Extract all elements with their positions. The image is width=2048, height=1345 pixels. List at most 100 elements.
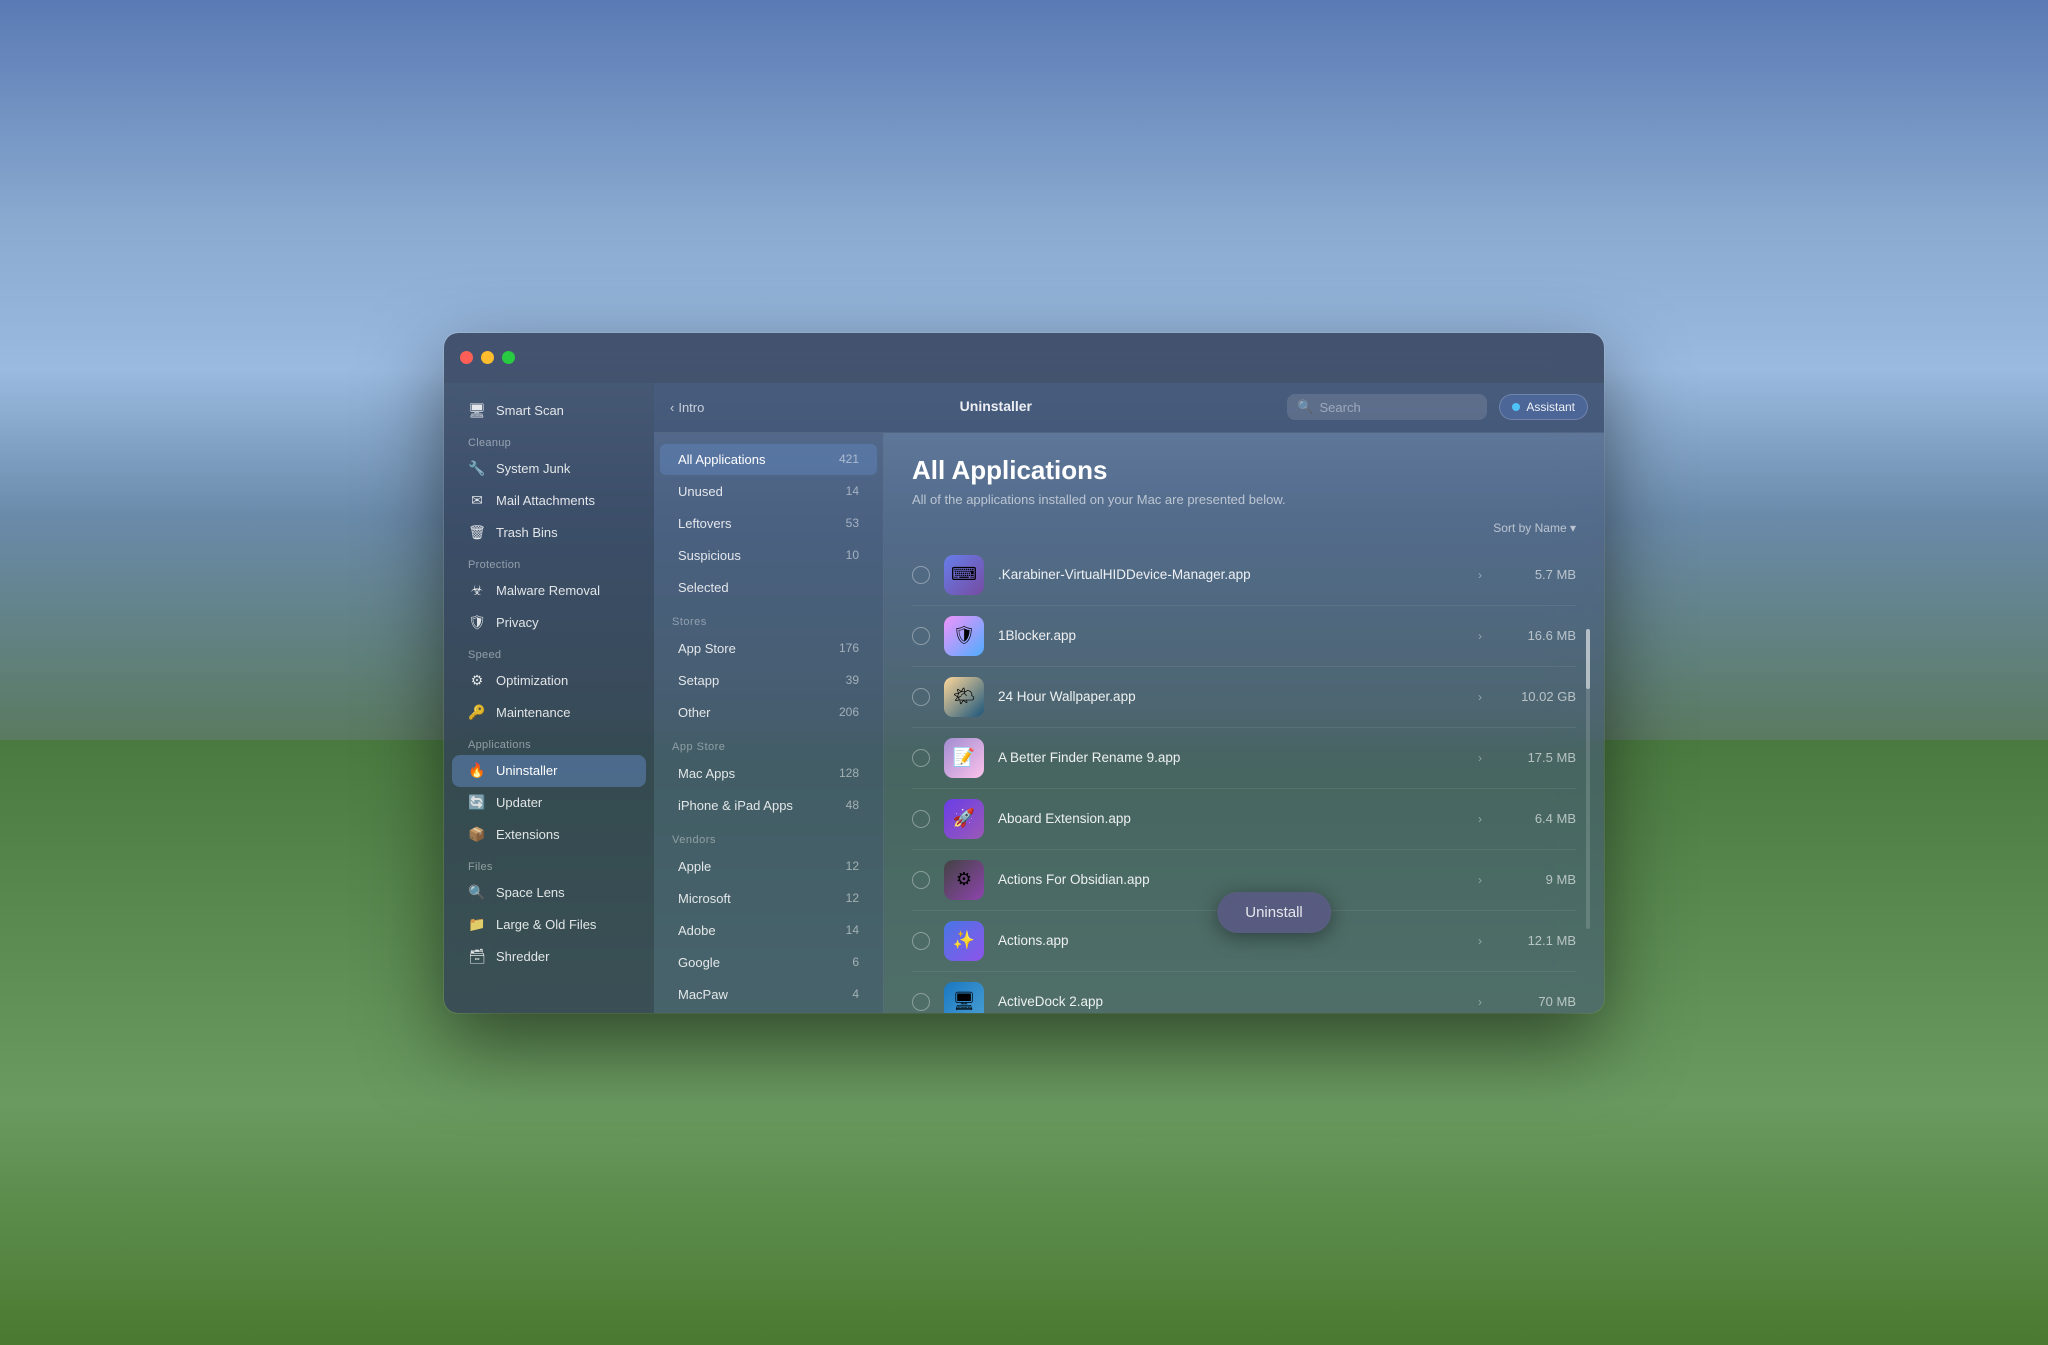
- app-size-4: 6.4 MB: [1496, 811, 1576, 826]
- app-name-5: Actions For Obsidian.app: [998, 872, 1464, 887]
- filter-suspicious[interactable]: Suspicious 10: [660, 540, 877, 571]
- app-icon-2: 🌤: [944, 677, 984, 717]
- app-size-7: 70 MB: [1496, 994, 1576, 1009]
- app-checkbox-1[interactable]: [912, 627, 930, 645]
- search-bar[interactable]: 🔍: [1287, 394, 1487, 420]
- app-checkbox-6[interactable]: [912, 932, 930, 950]
- filter-count-apple: 12: [846, 859, 859, 873]
- app-icon-4: 🚀: [944, 799, 984, 839]
- sidebar-item-large-old-files[interactable]: 📁 Large & Old Files: [452, 909, 646, 941]
- filter-count-iphone-ipad: 48: [846, 798, 859, 812]
- app-icon-7: 🖥: [944, 982, 984, 1013]
- app-checkbox-7[interactable]: [912, 993, 930, 1011]
- filter-count-unused: 14: [846, 484, 859, 498]
- filter-label-suspicious: Suspicious: [678, 548, 741, 563]
- sort-by-name[interactable]: Sort by Name ▾: [1493, 521, 1576, 535]
- filter-macpaw[interactable]: MacPaw 4: [660, 979, 877, 1010]
- close-button[interactable]: [460, 351, 473, 364]
- filter-other[interactable]: Other 206: [660, 697, 877, 728]
- search-input[interactable]: [1320, 400, 1478, 415]
- minimize-button[interactable]: [481, 351, 494, 364]
- sidebar-label-space-lens: Space Lens: [496, 885, 565, 900]
- table-row[interactable]: 🖥 ActiveDock 2.app › 70 MB: [912, 972, 1576, 1013]
- sidebar-item-system-junk[interactable]: 🔧 System Junk: [452, 453, 646, 485]
- sidebar-label-large-files: Large & Old Files: [496, 917, 596, 932]
- app-size-5: 9 MB: [1496, 872, 1576, 887]
- app-icon-1: 🛡: [944, 616, 984, 656]
- table-row[interactable]: ⌨ .Karabiner-VirtualHIDDevice-Manager.ap…: [912, 545, 1576, 606]
- chevron-icon-5: ›: [1478, 873, 1482, 887]
- filter-google[interactable]: Google 6: [660, 947, 877, 978]
- sidebar-item-smart-scan[interactable]: 🖥 Smart Scan: [452, 395, 646, 427]
- sidebar-label-maintenance: Maintenance: [496, 705, 570, 720]
- chevron-icon-3: ›: [1478, 751, 1482, 765]
- filter-mac-apps[interactable]: Mac Apps 128: [660, 758, 877, 789]
- app-checkbox-0[interactable]: [912, 566, 930, 584]
- content-header: All Applications All of the applications…: [884, 433, 1604, 521]
- table-row[interactable]: 📝 A Better Finder Rename 9.app › 17.5 MB: [912, 728, 1576, 789]
- sidebar-item-privacy[interactable]: 🛡 Privacy: [452, 607, 646, 639]
- sidebar-item-updater[interactable]: 🔄 Updater: [452, 787, 646, 819]
- sidebar-item-optimization[interactable]: ⚙ Optimization: [452, 665, 646, 697]
- filter-setapp[interactable]: Setapp 39: [660, 665, 877, 696]
- trash-icon: 🗑: [468, 524, 486, 542]
- filter-label-apple: Apple: [678, 859, 711, 874]
- back-chevron-icon: ‹: [670, 400, 674, 415]
- assistant-button[interactable]: Assistant: [1499, 394, 1588, 420]
- filter-adobe[interactable]: Adobe 14: [660, 915, 877, 946]
- app-checkbox-5[interactable]: [912, 871, 930, 889]
- app-checkbox-3[interactable]: [912, 749, 930, 767]
- filter-count-suspicious: 10: [846, 548, 859, 562]
- section-cleanup: Cleanup: [444, 427, 654, 453]
- sidebar-item-mail-attachments[interactable]: ✉ Mail Attachments: [452, 485, 646, 517]
- section-vendors: Vendors: [654, 822, 883, 850]
- filter-all-applications[interactable]: All Applications 421: [660, 444, 877, 475]
- scrollbar-thumb[interactable]: [1586, 629, 1590, 689]
- filter-leftovers[interactable]: Leftovers 53: [660, 508, 877, 539]
- filter-count-setapp: 39: [846, 673, 859, 687]
- sidebar-item-shredder[interactable]: 🗃 Shredder: [452, 941, 646, 973]
- back-button[interactable]: ‹ Intro: [670, 400, 704, 415]
- app-name-3: A Better Finder Rename 9.app: [998, 750, 1464, 765]
- right-header: ‹ Intro Uninstaller 🔍 Assistant: [654, 383, 1604, 433]
- filter-count-microsoft: 12: [846, 891, 859, 905]
- sidebar-item-uninstaller[interactable]: 🔥 Uninstaller: [452, 755, 646, 787]
- sidebar-item-trash-bins[interactable]: 🗑 Trash Bins: [452, 517, 646, 549]
- sidebar-item-space-lens[interactable]: 🔍 Space Lens: [452, 877, 646, 909]
- sidebar-item-maintenance[interactable]: 🔑 Maintenance: [452, 697, 646, 729]
- filter-selected[interactable]: Selected: [660, 572, 877, 603]
- chevron-icon-2: ›: [1478, 690, 1482, 704]
- uninstall-button[interactable]: Uninstall: [1217, 892, 1331, 933]
- table-row[interactable]: 🌤 24 Hour Wallpaper.app › 10.02 GB: [912, 667, 1576, 728]
- app-size-3: 17.5 MB: [1496, 750, 1576, 765]
- sidebar-label-shredder: Shredder: [496, 949, 549, 964]
- filter-panel: All Applications 421 Unused 14 Leftovers…: [654, 433, 884, 1013]
- fullscreen-button[interactable]: [502, 351, 515, 364]
- filter-label-all: All Applications: [678, 452, 765, 467]
- filter-label-iphone-ipad: iPhone & iPad Apps: [678, 798, 793, 813]
- filter-apple[interactable]: Apple 12: [660, 851, 877, 882]
- scrollbar-track[interactable]: [1586, 629, 1590, 929]
- back-label: Intro: [678, 400, 704, 415]
- filter-count-other: 206: [839, 705, 859, 719]
- app-checkbox-2[interactable]: [912, 688, 930, 706]
- app-window: 🖥 Smart Scan Cleanup 🔧 System Junk ✉ Mai…: [444, 333, 1604, 1013]
- filter-unused[interactable]: Unused 14: [660, 476, 877, 507]
- section-stores: Stores: [654, 604, 883, 632]
- chevron-icon-4: ›: [1478, 812, 1482, 826]
- table-row[interactable]: 🚀 Aboard Extension.app › 6.4 MB: [912, 789, 1576, 850]
- sidebar-item-extensions[interactable]: 📦 Extensions: [452, 819, 646, 851]
- sidebar-label-extensions: Extensions: [496, 827, 560, 842]
- table-row[interactable]: 🛡 1Blocker.app › 16.6 MB: [912, 606, 1576, 667]
- filter-label-other: Other: [678, 705, 711, 720]
- sort-bar: Sort by Name ▾: [884, 521, 1604, 545]
- filter-app-store[interactable]: App Store 176: [660, 633, 877, 664]
- filter-microsoft[interactable]: Microsoft 12: [660, 883, 877, 914]
- main-content: 🖥 Smart Scan Cleanup 🔧 System Junk ✉ Mai…: [444, 383, 1604, 1013]
- optimization-icon: ⚙: [468, 672, 486, 690]
- filter-iphone-ipad[interactable]: iPhone & iPad Apps 48: [660, 790, 877, 821]
- chevron-icon-0: ›: [1478, 568, 1482, 582]
- app-checkbox-4[interactable]: [912, 810, 930, 828]
- filter-count-leftovers: 53: [846, 516, 859, 530]
- sidebar-item-malware-removal[interactable]: ☣ Malware Removal: [452, 575, 646, 607]
